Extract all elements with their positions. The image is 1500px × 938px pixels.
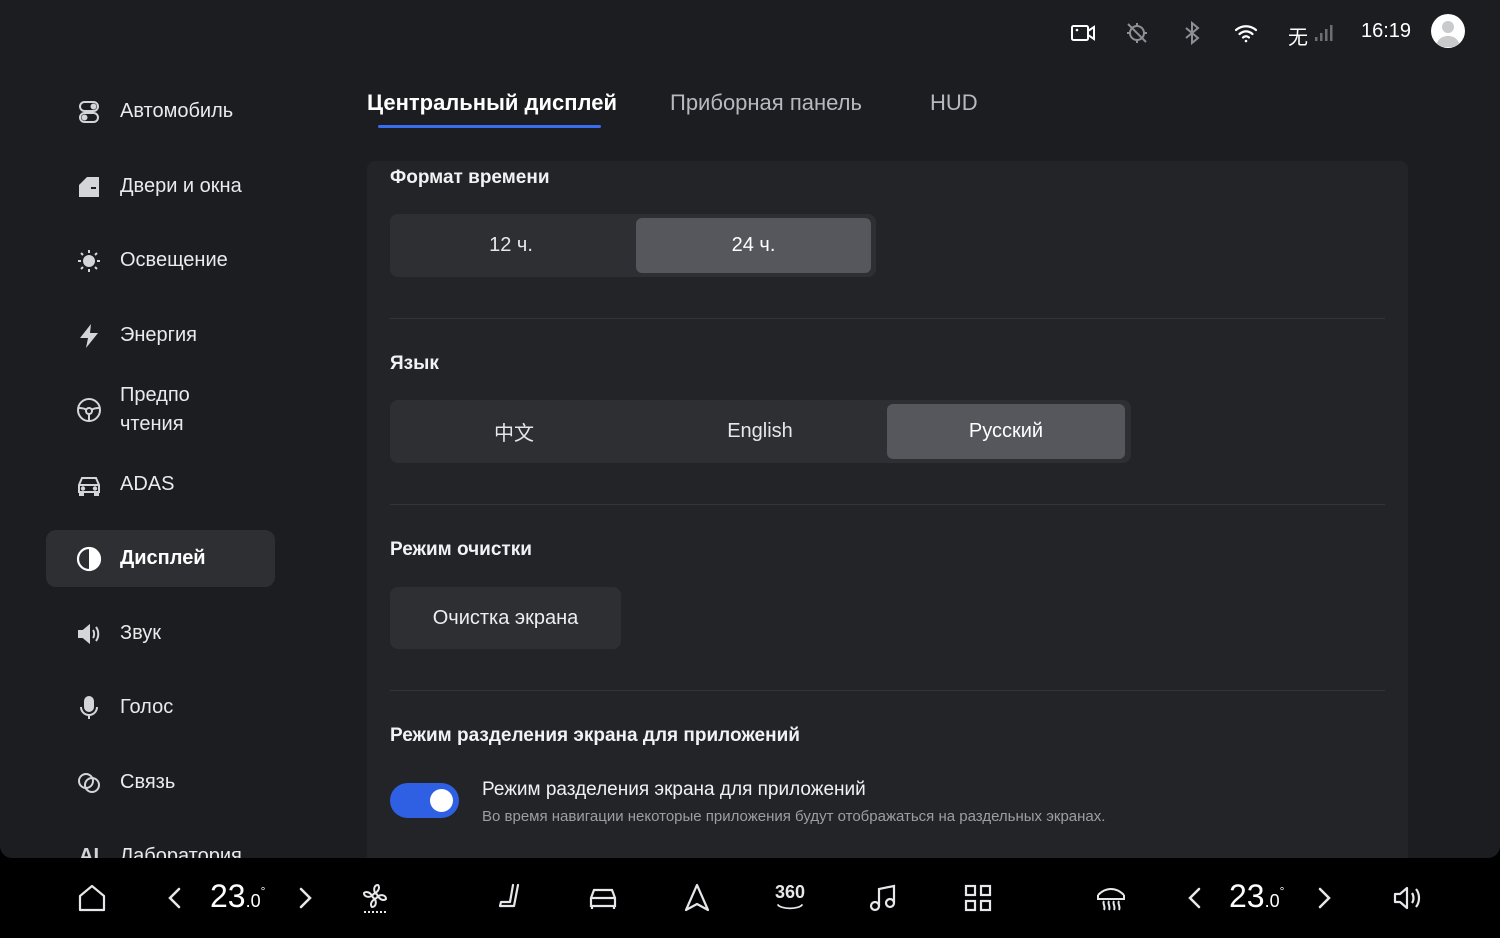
sidebar-item-doors-windows[interactable]: Двери и окна — [46, 158, 275, 215]
left-temp-degree: ° — [260, 884, 266, 898]
screen: 无 16:19 Автомобиль Двери и окна Освещени… — [0, 0, 1500, 858]
network-label: 无 — [1288, 27, 1308, 49]
sidebar-item-label: Звук — [120, 622, 162, 644]
steering-wheel-icon — [74, 395, 104, 425]
language-option-russian[interactable]: Русский — [887, 404, 1125, 459]
right-temp-whole: 23 — [1229, 878, 1265, 914]
toggle-knob — [430, 789, 453, 812]
sidebar-item-label: Голос — [120, 696, 174, 718]
language-option-english[interactable]: English — [640, 404, 880, 459]
sidebar-item-label: Двери и окна — [120, 175, 242, 197]
chevron-right-icon[interactable] — [1303, 878, 1343, 918]
seat-icon[interactable] — [490, 878, 530, 918]
sidebar-item-label: Автомобиль — [120, 100, 234, 122]
clean-mode-title: Режим очистки — [390, 539, 532, 560]
time-format-option-24h[interactable]: 24 ч. — [636, 218, 871, 273]
volume-icon[interactable] — [1387, 878, 1427, 918]
avatar[interactable] — [1431, 14, 1465, 48]
microphone-icon — [74, 693, 104, 723]
tab-underline — [378, 125, 601, 128]
tab-central-display[interactable]: Центральный дисплей — [367, 90, 617, 116]
divider — [390, 504, 1385, 505]
sidebar-item-label: Предпо чтения — [120, 384, 190, 435]
split-screen-toggle-label: Режим разделения экрана для приложений — [482, 779, 866, 800]
car-icon[interactable] — [583, 878, 623, 918]
speaker-icon — [74, 619, 104, 649]
bottom-dock: 23.0° 360 23.0° — [0, 858, 1500, 938]
bluetooth-icon — [1179, 20, 1205, 46]
split-screen-toggle[interactable] — [390, 783, 459, 818]
sidebar-item-connection[interactable]: Связь — [46, 754, 275, 811]
sidebar-item-lighting[interactable]: Освещение — [46, 232, 275, 289]
light-icon — [74, 246, 104, 276]
home-icon[interactable] — [72, 878, 112, 918]
fan-icon[interactable] — [355, 878, 395, 918]
right-temperature: 23.0° — [1229, 878, 1284, 915]
language-selector: 中文 English Русский — [390, 400, 1131, 463]
chevron-left-icon[interactable] — [156, 878, 196, 918]
left-temperature: 23.0° — [210, 878, 265, 915]
tab-instrument-panel[interactable]: Приборная панель — [670, 90, 862, 116]
sidebar-item-label: Дисплей — [120, 547, 206, 569]
sidebar-item-label: Лаборатория — [120, 845, 242, 858]
sidebar-item-adas[interactable]: ADAS — [46, 456, 275, 513]
door-icon — [74, 172, 104, 202]
wifi-icon — [1233, 20, 1259, 46]
display-contrast-icon — [74, 544, 104, 574]
sidebar-item-voice[interactable]: Голос — [46, 679, 275, 736]
music-icon[interactable] — [863, 878, 903, 918]
language-option-chinese[interactable]: 中文 — [394, 404, 634, 459]
chevron-left-icon[interactable] — [1176, 878, 1216, 918]
sidebar-item-label: ADAS — [120, 473, 175, 495]
sidebar-item-display[interactable]: Дисплей — [46, 530, 275, 587]
sidebar-item-label: Энергия — [120, 324, 197, 346]
location-off-icon — [1124, 20, 1150, 46]
divider — [390, 690, 1385, 691]
ai-icon: AI — [79, 845, 99, 858]
apps-grid-icon[interactable] — [958, 878, 998, 918]
settings-panel: Формат времени 12 ч. 24 ч. Язык 中文 Engli… — [367, 161, 1408, 858]
divider — [390, 318, 1385, 319]
car-toggle-icon — [74, 97, 104, 127]
sidebar-item-lab[interactable]: AI Лаборатория — [46, 828, 275, 858]
tab-hud[interactable]: HUD — [930, 90, 978, 116]
navigation-icon[interactable] — [677, 878, 717, 918]
sidebar-item-car[interactable]: Автомобиль — [46, 83, 275, 140]
chevron-right-icon[interactable] — [284, 878, 324, 918]
sidebar-item-preferences[interactable]: Предпо чтения — [46, 380, 275, 440]
sidebar-item-sound[interactable]: Звук — [46, 605, 275, 662]
clock: 16:19 — [1361, 20, 1412, 42]
right-temp-decimal: .0 — [1264, 891, 1280, 911]
sidebar-item-label: Связь — [120, 771, 176, 793]
time-format-selector: 12 ч. 24 ч. — [390, 214, 876, 277]
sidebar-item-energy[interactable]: Энергия — [46, 307, 275, 364]
left-temp-whole: 23 — [210, 878, 246, 914]
split-screen-title: Режим разделения экрана для приложений — [390, 725, 800, 746]
link-icon — [74, 768, 104, 798]
time-format-title: Формат времени — [390, 167, 550, 188]
car-front-icon — [74, 470, 104, 500]
lightning-icon — [74, 321, 104, 351]
camera-icon[interactable] — [1070, 20, 1096, 46]
rear-defrost-icon[interactable] — [1091, 878, 1131, 918]
signal-icon — [1310, 20, 1336, 46]
left-temp-decimal: .0 — [245, 891, 261, 911]
split-screen-toggle-description: Во время навигации некоторые приложения … — [482, 808, 1106, 825]
time-format-option-12h[interactable]: 12 ч. — [394, 218, 628, 273]
right-temp-degree: ° — [1279, 884, 1285, 898]
360-label: 360 — [774, 882, 806, 902]
360-camera-icon[interactable]: 360 — [770, 878, 810, 918]
screen-clean-button[interactable]: Очистка экрана — [390, 587, 621, 649]
sidebar-item-label: Освещение — [120, 249, 228, 271]
language-title: Язык — [390, 353, 439, 374]
